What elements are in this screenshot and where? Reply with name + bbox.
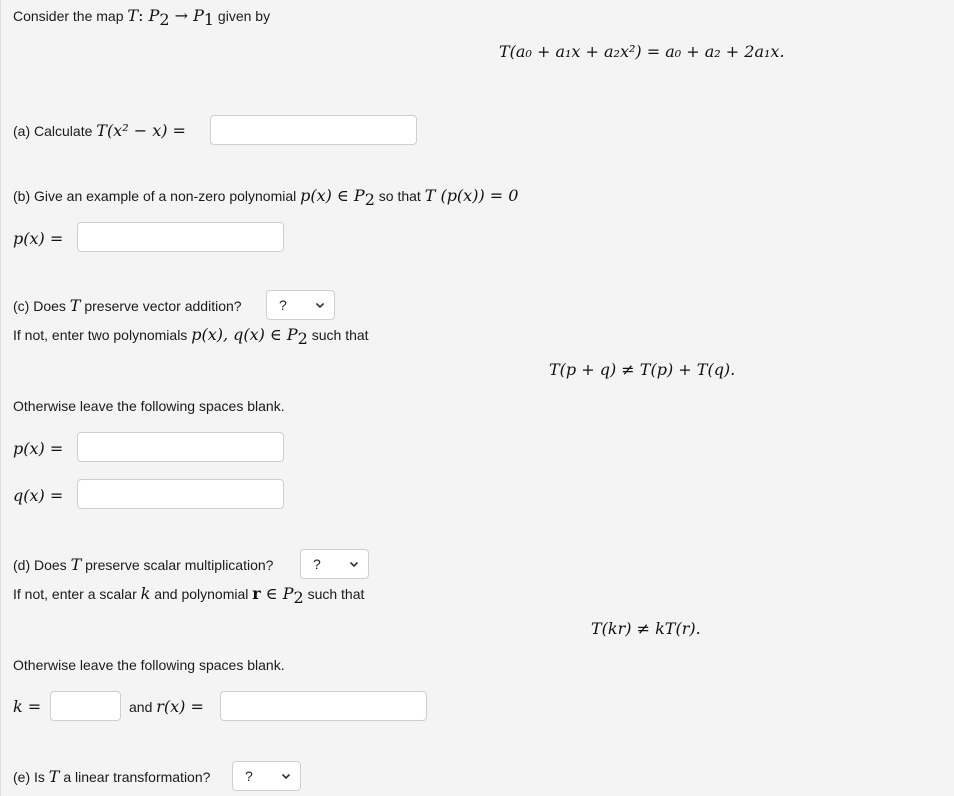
map-colon: : (138, 6, 149, 25)
part-d-select-value: ? (313, 556, 321, 572)
map-definition-equation: T(a₀ + a₁x + a₂x²) = a₀ + a₂ + 2a₁x. (499, 42, 785, 61)
part-e-suffix: a linear transformation? (59, 769, 211, 785)
definition-lhs: T(a₀ + a₁x + a₂x²) (499, 42, 642, 61)
codomain-subscript: 1 (203, 9, 215, 29)
codomain-space: P (193, 6, 204, 25)
chevron-down-icon (281, 773, 291, 780)
part-d-T: T (70, 555, 82, 574)
part-c-instruction-space: P (286, 325, 298, 344)
part-d-r-label: and r(x) = (129, 697, 204, 716)
part-d-instruction: If not, enter a scalar k and polynomial … (13, 584, 365, 605)
part-b-answer-label: p(x) = (13, 229, 64, 248)
part-c-otherwise-text: Otherwise leave the following spaces bla… (13, 398, 285, 414)
part-d-instruction-prefix: If not, enter a scalar (13, 586, 141, 602)
part-d-instruction-k: k (140, 584, 151, 603)
part-b-expression: p(x) ∈ (300, 186, 354, 205)
part-c-instruction-expr: p(x), q(x) ∈ (191, 325, 287, 344)
part-e-question: (e) Is T a linear transformation? (13, 767, 210, 786)
part-b-space-subscript: 2 (364, 189, 375, 209)
part-d-question: (d) Does T preserve scalar multiplicatio… (13, 555, 273, 574)
intro-suffix: given by (214, 8, 271, 24)
part-d-condition-equation: T(kr) ≠ kT(r). (591, 619, 701, 638)
part-d-k-label: k = (13, 697, 42, 716)
part-c-select-value: ? (279, 297, 287, 313)
part-a-prompt: (a) Calculate T(x² − x) = (13, 121, 186, 140)
part-a-answer-input[interactable] (210, 115, 417, 145)
part-d-instruction-space-sub: 2 (293, 587, 304, 607)
part-c-q-input[interactable] (77, 479, 284, 509)
part-d-suffix: preserve scalar multiplication? (81, 557, 274, 573)
part-c-q-label: q(x) = (13, 486, 64, 505)
part-c-instruction-suffix: such that (307, 327, 369, 343)
domain-subscript: 2 (159, 9, 170, 29)
map-symbol: T (127, 6, 139, 25)
part-e-linear-transformation-select[interactable]: ? (232, 761, 301, 791)
part-d-scalar-multiplication-select[interactable]: ? (300, 549, 369, 579)
chevron-down-icon (315, 302, 325, 309)
part-a-expression: T(x² − x) = (96, 121, 186, 140)
part-d-otherwise-text: Otherwise leave the following spaces bla… (13, 657, 285, 673)
arrow-icon: → (169, 6, 194, 25)
part-c-vector-addition-select[interactable]: ? (266, 290, 335, 320)
intro-prefix: Consider the map (13, 8, 128, 24)
part-c-instruction-prefix: If not, enter two polynomials (13, 327, 192, 343)
part-d-k-input[interactable] (50, 691, 121, 721)
part-d-instruction-r: r (252, 584, 261, 603)
part-b-mid: so that (374, 188, 425, 204)
definition-rhs: = a₀ + a₂ + 2a₁x. (646, 42, 785, 61)
part-c-suffix: preserve vector addition? (80, 298, 242, 314)
intro-text: Consider the map T: P2 → P1 given by (13, 6, 271, 27)
part-e-T: T (48, 767, 60, 786)
part-d-instruction-space: P (282, 584, 294, 603)
part-b-label: (b) Give an example of a non-zero polyno… (13, 188, 301, 204)
part-b-prompt: (b) Give an example of a non-zero polyno… (13, 186, 519, 207)
part-c-question: (c) Does T preserve vector addition? (13, 296, 242, 315)
part-a-label: (a) Calculate (13, 123, 97, 139)
part-d-r-input[interactable] (220, 691, 427, 721)
part-d-and-text: and (129, 699, 157, 715)
part-d-instruction-in: ∈ (260, 584, 283, 603)
part-c-condition-equation: T(p + q) ≠ T(p) + T(q). (549, 360, 736, 379)
domain-space: P (148, 6, 160, 25)
part-b-polynomial-input[interactable] (77, 222, 284, 252)
part-c-T: T (69, 296, 81, 315)
part-e-select-value: ? (245, 768, 253, 784)
part-d-instruction-mid: and polynomial (150, 586, 253, 602)
part-c-instruction: If not, enter two polynomials p(x), q(x)… (13, 325, 369, 346)
part-d-instruction-suffix: such that (303, 586, 365, 602)
part-d-r-expression: r(x) = (156, 697, 204, 716)
part-b-space: P (353, 186, 365, 205)
part-c-p-input[interactable] (77, 432, 284, 462)
part-b-condition: T (p(x)) = 0 (424, 186, 519, 205)
part-c-instruction-space-sub: 2 (297, 328, 308, 348)
part-c-prefix: (c) Does (13, 298, 70, 314)
chevron-down-icon (349, 561, 359, 568)
part-e-prefix: (e) Is (13, 769, 49, 785)
part-c-p-label: p(x) = (13, 439, 64, 458)
part-d-prefix: (d) Does (13, 557, 71, 573)
